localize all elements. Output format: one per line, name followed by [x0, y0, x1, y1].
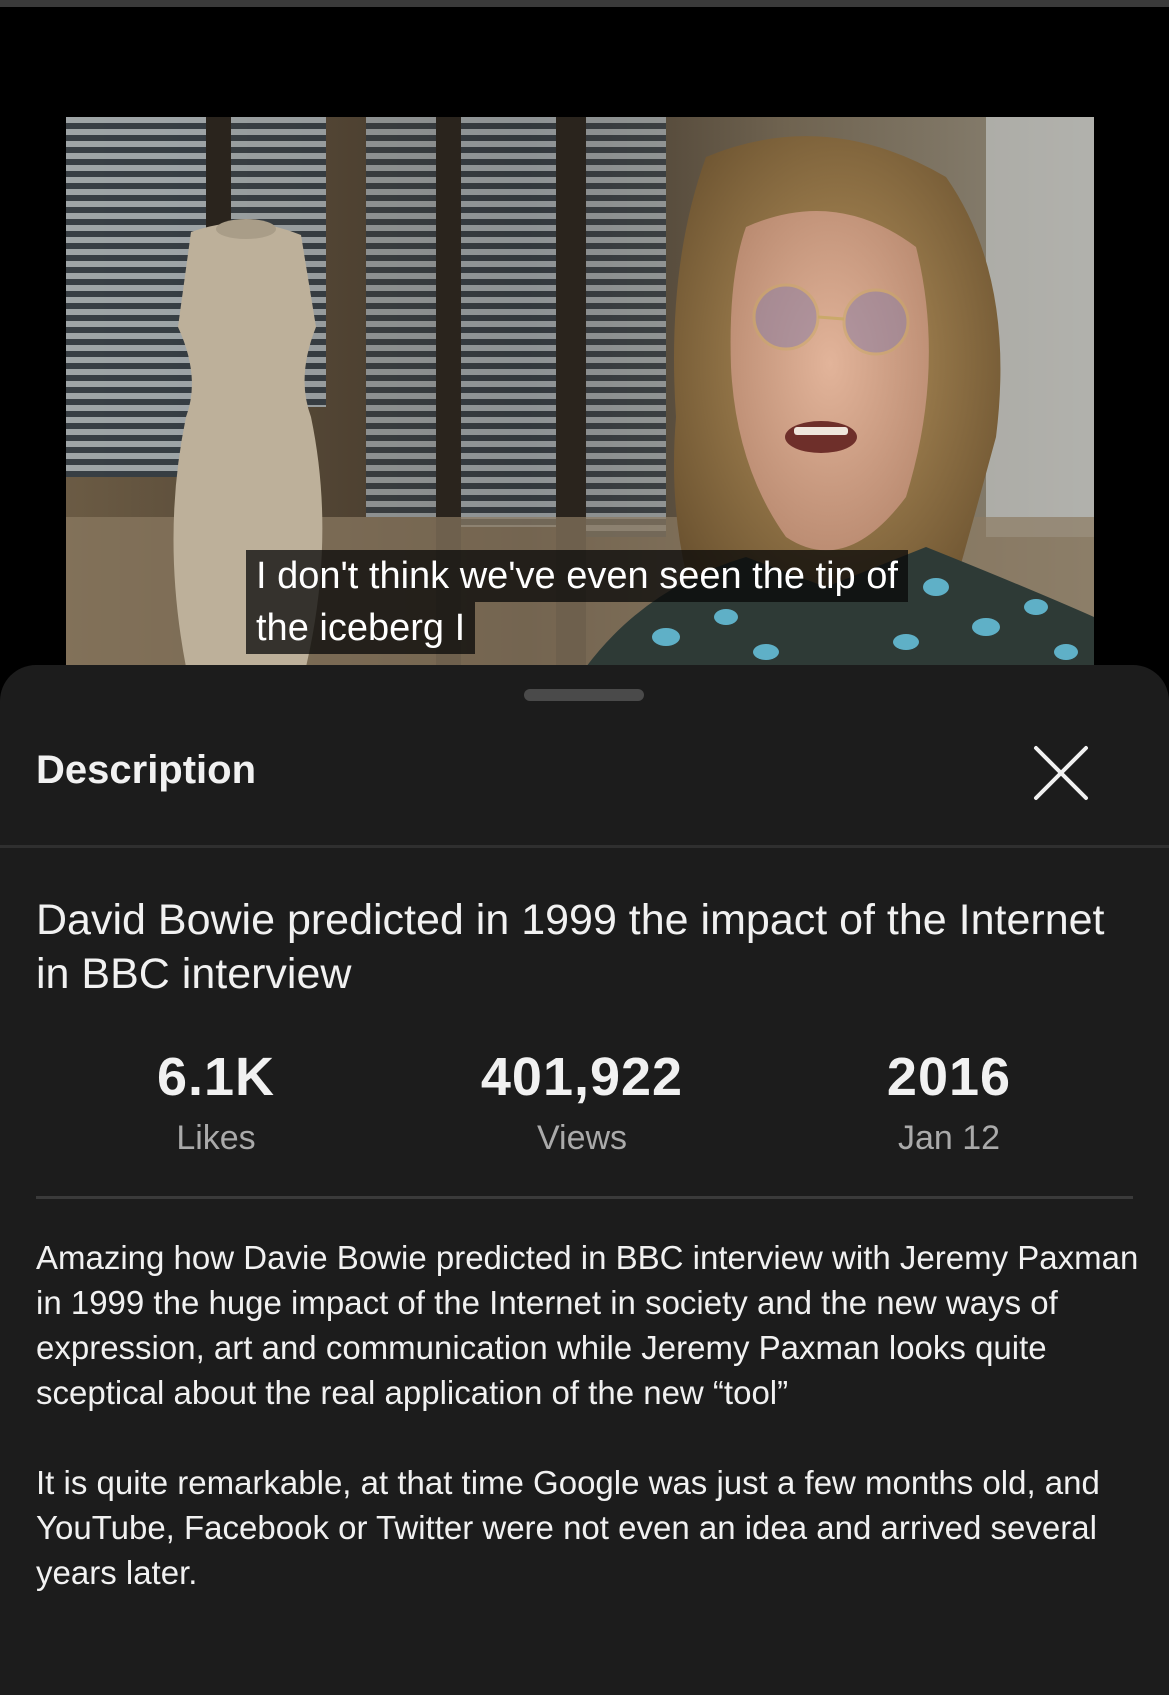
likes-stat: 6.1K Likes — [66, 1045, 366, 1159]
close-icon — [1034, 746, 1088, 800]
stats-divider — [36, 1196, 1133, 1199]
upload-date-stat: 2016 Jan 12 — [799, 1045, 1099, 1159]
caption-line: the iceberg I — [246, 602, 476, 654]
sheet-title: Description — [36, 748, 257, 792]
likes-label: Likes — [176, 1119, 256, 1157]
header-divider — [0, 845, 1169, 848]
video-stats: 6.1K Likes 401,922 Views 2016 Jan 12 — [36, 1045, 1133, 1157]
status-strip — [0, 0, 1169, 7]
description-paragraph: It is quite remarkable, at that time Goo… — [36, 1464, 1100, 1591]
views-count: 401,922 — [480, 1047, 684, 1107]
sheet-header: Description — [0, 665, 1169, 845]
description-sheet: Description David Bowie predicted in 199… — [0, 665, 1169, 1695]
views-label: Views — [536, 1119, 628, 1157]
screen: I don't think we've even seen the tip of… — [0, 0, 1169, 1695]
views-stat: 401,922 Views — [432, 1045, 732, 1159]
video-captions: I don't think we've even seen the tip of… — [246, 550, 908, 654]
upload-day: Jan 12 — [897, 1119, 1001, 1157]
description-text: Amazing how Davie Bowie predicted in BBC… — [36, 1235, 1146, 1640]
upload-year: 2016 — [886, 1047, 1012, 1107]
close-button[interactable] — [1030, 742, 1092, 804]
video-title: David Bowie predicted in 1999 the impact… — [36, 896, 1105, 998]
description-paragraph: Amazing how Davie Bowie predicted in BBC… — [36, 1239, 1139, 1411]
likes-count: 6.1K — [156, 1047, 276, 1107]
caption-line: I don't think we've even seen the tip of — [246, 550, 908, 602]
